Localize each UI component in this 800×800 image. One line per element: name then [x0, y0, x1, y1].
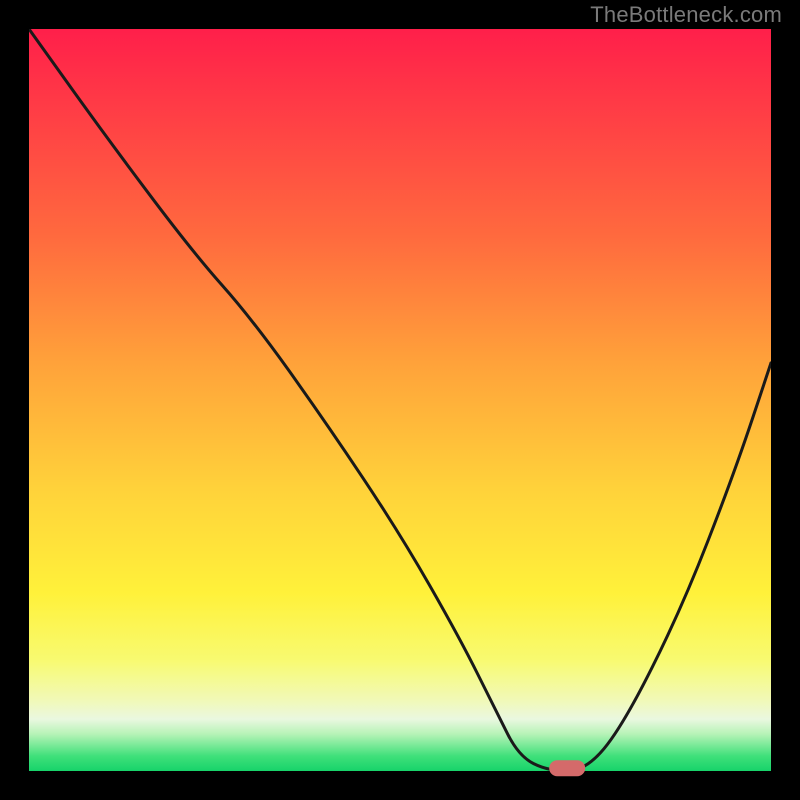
- curve-path: [29, 29, 771, 771]
- chart-frame: TheBottleneck.com: [0, 0, 800, 800]
- plot-area: [29, 29, 771, 771]
- bottleneck-curve: [29, 29, 771, 771]
- watermark-text: TheBottleneck.com: [590, 2, 782, 28]
- optimum-marker: [549, 760, 585, 776]
